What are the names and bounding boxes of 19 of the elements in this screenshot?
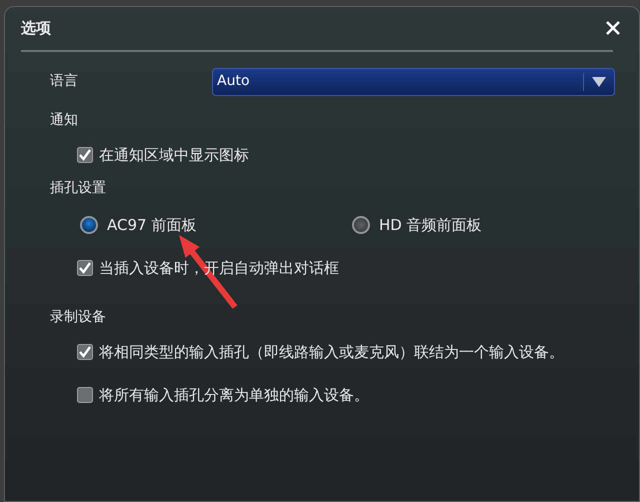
checkbox[interactable] [77,344,93,360]
checkbox[interactable] [77,260,93,276]
checkbox-label: 将所有输入插孔分离为单独的输入设备。 [99,384,369,406]
radio-button[interactable] [352,216,370,234]
section-title: 录制设备 [50,308,107,327]
language-label: 语言 [50,72,79,91]
close-icon[interactable] [605,20,621,36]
checkbox-label: 在通知区域中显示图标 [99,144,249,166]
radio-label: AC97 前面板 [107,215,196,236]
radio-button[interactable] [80,216,98,234]
caret-icon [592,76,606,86]
section-title: 插孔设置 [50,179,107,198]
checkbox-label: 将相同类型的输入插孔（即线路输入或麦克风）联结为一个输入设备。 [99,342,564,363]
checkbox[interactable] [77,386,93,403]
radio-label: HD 音频前面板 [379,215,482,236]
language-dropdown[interactable]: Auto [212,68,615,96]
window-title: 选项 [21,18,51,39]
section-title: 通知 [50,110,79,130]
checkbox[interactable] [77,146,93,163]
